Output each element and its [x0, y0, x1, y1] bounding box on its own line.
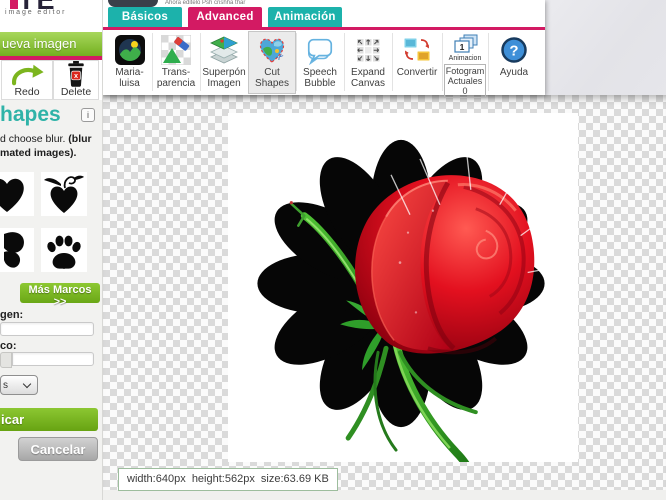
trash-icon: x [54, 61, 98, 87]
app-screen: width:640px height:562px size:63.69 KB T… [0, 0, 666, 500]
animation-frames-icon: 1 [442, 34, 488, 56]
info-icon[interactable]: i [81, 108, 95, 122]
redo-icon [2, 61, 52, 87]
tool-cut-shapes[interactable]: ✂ CutShapes [248, 31, 296, 94]
help-icon: ? [488, 34, 540, 66]
tool-expand-canvas[interactable]: ExpandCanvas [344, 31, 392, 94]
field1-input[interactable] [0, 322, 94, 336]
editor-header: Ahora editelo Psh crishha thar Básicos A… [103, 0, 545, 95]
current-frames-label: FotogramActuales 0 [444, 64, 486, 98]
overlay-layers-icon [200, 34, 248, 66]
field2-input[interactable] [12, 352, 94, 366]
shape-thumb-butterfly-partial[interactable] [0, 228, 34, 272]
transparency-icon [152, 34, 200, 66]
canvas-transparency-area[interactable] [103, 95, 666, 490]
speech-bubble-icon [296, 34, 344, 66]
more-frames-button[interactable]: Más Marcos >> [20, 283, 100, 303]
field1-label: gen: [0, 309, 23, 321]
redo-button[interactable]: Redo [1, 60, 53, 100]
svg-text:x: x [74, 71, 78, 80]
sidebar: TE image editor ueva imagen Redo x Delet… [0, 0, 103, 500]
history-row: Redo x Delete [0, 60, 103, 100]
shapes-panel-description: d choose blur. (blur mated images). [0, 132, 103, 160]
shape-thumb-heart-ornament[interactable] [41, 172, 87, 216]
svg-text:?: ? [509, 43, 518, 60]
shape-thumb-paw-print[interactable] [41, 228, 87, 272]
edited-image[interactable] [228, 113, 578, 462]
tool-transparencia[interactable]: Trans-parencia [152, 31, 200, 94]
tab-basicos[interactable]: Básicos [108, 7, 182, 27]
shapes-panel-title: hapes [0, 103, 61, 127]
blur-select-value: s [3, 380, 8, 391]
cut-shapes-icon: ✂ [249, 34, 295, 66]
wizard-icon [107, 34, 152, 66]
cancel-button[interactable]: Cancelar [18, 437, 98, 461]
tool-ayuda[interactable]: ? Ayuda [488, 31, 540, 94]
delete-button[interactable]: x Delete [53, 60, 99, 100]
svg-text:1: 1 [460, 42, 465, 52]
bottom-strip [103, 490, 666, 500]
logo-caption: image editor [5, 9, 66, 16]
expand-canvas-icon [344, 34, 392, 66]
convert-icon [392, 34, 442, 66]
animation-caption: Animacion [442, 55, 488, 62]
rose-flower-graphic [228, 113, 578, 462]
tool-superpon-imagen[interactable]: SuperpónImagen [200, 31, 248, 94]
shape-thumb-heart-partial[interactable] [0, 172, 34, 216]
tab-advanced[interactable]: Advanced [188, 7, 262, 27]
logo: TE image editor [0, 0, 103, 32]
field2-prefix-control[interactable] [0, 352, 12, 368]
apply-button[interactable]: icar [0, 408, 98, 431]
tool-animacion-fotogramas[interactable]: 1 Animacion FotogramActuales 0 [442, 31, 488, 94]
tool-marialuisa[interactable]: Maria-luisa [107, 31, 152, 94]
blur-select[interactable]: s [0, 375, 38, 395]
new-image-button[interactable]: ueva imagen [0, 32, 103, 56]
toolbar: Maria-luisa Trans-parencia [103, 30, 545, 95]
tab-animacion[interactable]: Animación [268, 7, 342, 27]
header-text-fragment: Ahora editelo Psh crishha thar [165, 0, 245, 6]
status-bar: width:640px height:562px size:63.69 KB [118, 468, 338, 491]
header-image-sliver [108, 0, 158, 7]
chevron-down-icon [23, 380, 31, 388]
field2-label: co: [0, 340, 17, 352]
logo-accent-block [10, 0, 18, 9]
tool-speech-bubble[interactable]: SpeechBubble [296, 31, 344, 94]
tool-convertir[interactable]: Convertir [392, 31, 442, 94]
